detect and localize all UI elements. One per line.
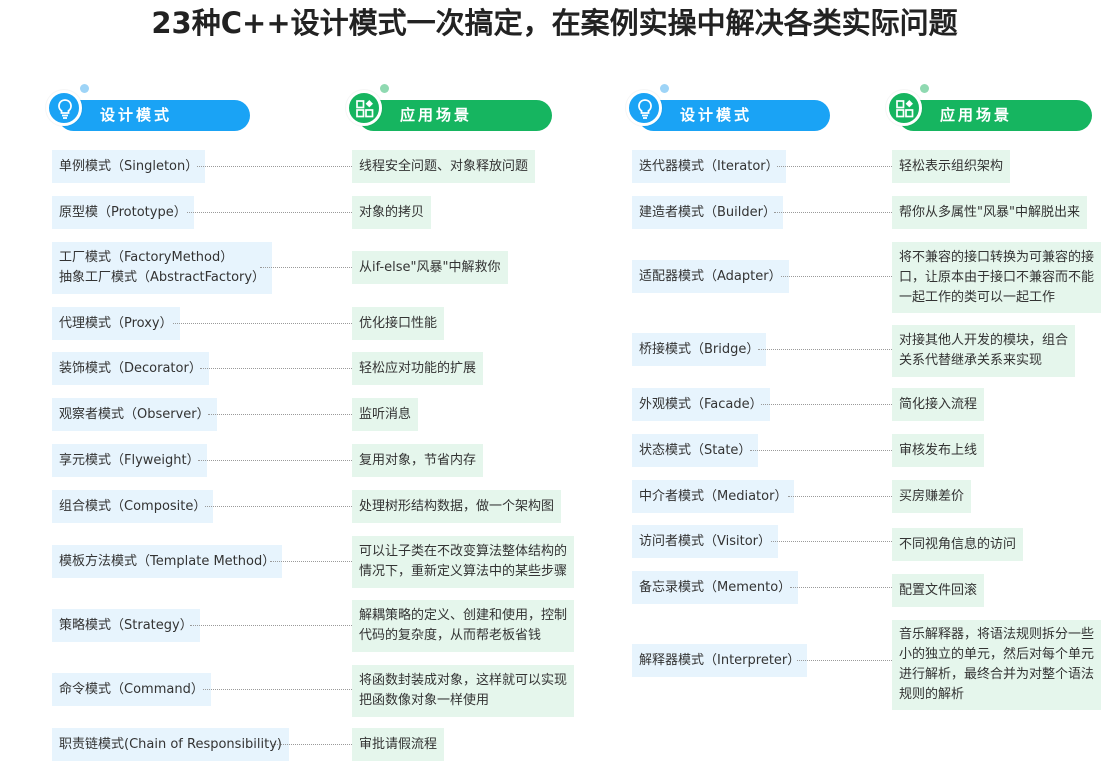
scenario-box: 将函数封装成对象，这样就可以实现 把函数像对象一样使用	[352, 665, 575, 717]
pattern-box: 访问者模式（Visitor）	[632, 525, 778, 558]
lightbulb-icon	[626, 90, 662, 126]
connector-line	[187, 212, 352, 213]
app-grid-icon	[346, 90, 382, 126]
scenario-box: 审核发布上线	[892, 434, 985, 467]
pattern-box: 迭代器模式（Iterator）	[632, 150, 786, 183]
connector-line	[198, 460, 352, 461]
decor-dot	[380, 84, 389, 93]
scenario-box: 对接其他人开发的模块，组合 关系代替继承关系来实现	[892, 325, 1076, 377]
decor-dot	[660, 84, 669, 93]
page-title: 23种C++设计模式一次搞定，在案例实操中解决各类实际问题	[151, 6, 958, 40]
pattern-box: 备忘录模式（Memento）	[632, 571, 799, 604]
pattern-box: 适配器模式（Adapter）	[632, 260, 789, 293]
connector-line	[197, 166, 352, 167]
connector-line	[797, 660, 892, 661]
connector-line	[750, 450, 892, 451]
connector-line	[190, 625, 352, 626]
pattern-box: 单例模式（Singleton）	[52, 150, 206, 183]
connector-line	[781, 276, 892, 277]
connector-line	[260, 267, 352, 268]
decor-dot	[80, 84, 89, 93]
connector-line	[270, 561, 352, 562]
pattern-box: 观察者模式（Observer）	[52, 398, 217, 431]
pattern-box: 组合模式（Composite）	[52, 490, 214, 523]
connector-line	[771, 541, 892, 542]
scenario-box: 审批请假流程	[352, 728, 445, 761]
scenario-box: 轻松表示组织架构	[892, 150, 1011, 183]
scenario-box: 音乐解释器，将语法规则拆分一些 小的独立的单元，然后对每个单元 进行解析，最终合并为…	[892, 620, 1102, 710]
scenario-box: 监听消息	[352, 398, 419, 431]
scenario-box: 轻松应对功能的扩展	[352, 352, 484, 385]
pattern-box: 享元模式（Flyweight）	[52, 444, 207, 477]
connector-line	[758, 349, 892, 350]
pattern-box: 策略模式（Strategy）	[52, 609, 200, 642]
connector-line	[273, 744, 352, 745]
pattern-box: 命令模式（Command）	[52, 673, 211, 706]
header-scenario-label: 应用场景	[898, 100, 1092, 131]
scenario-box: 解耦策略的定义、创建和使用，控制 代码的复杂度，从而帮老板省钱	[352, 600, 575, 652]
pattern-box: 外观模式（Facade）	[632, 388, 770, 421]
connector-line	[790, 587, 892, 588]
pattern-box: 装饰模式（Decorator）	[52, 352, 209, 385]
decor-dot	[920, 84, 929, 93]
pattern-box: 状态模式（State）	[632, 434, 759, 467]
lightbulb-icon	[46, 90, 82, 126]
pattern-box: 工厂模式（FactoryMethod） 抽象工厂模式（AbstractFactor…	[52, 242, 273, 294]
pattern-box: 原型模（Prototype）	[52, 196, 194, 229]
pattern-box: 模板方法模式（Template Method）	[52, 545, 283, 578]
connector-line	[205, 506, 352, 507]
connector-line	[173, 323, 352, 324]
scenario-box: 对象的拷贝	[352, 196, 432, 229]
scenario-box: 从if-else"风暴"中解救你	[352, 251, 508, 284]
scenario-box: 将不兼容的接口转换为可兼容的接 口，让原本由于接口不兼容而不能 一起工作的类可以一起…	[892, 242, 1102, 313]
connector-line	[777, 166, 892, 167]
scenario-box: 复用对象，节省内存	[352, 444, 484, 477]
scenario-box: 可以让子类在不改变算法整体结构的 情况下，重新定义算法中的某些步骤	[352, 536, 575, 588]
connector-line	[208, 414, 352, 415]
header-scenario-label: 应用场景	[358, 100, 552, 131]
connector-line	[788, 496, 892, 497]
connector-line	[200, 368, 352, 369]
scenario-box: 线程安全问题、对象释放问题	[352, 150, 536, 183]
connector-line	[203, 689, 352, 690]
pattern-box: 中介者模式（Mediator）	[632, 480, 795, 513]
scenario-box: 配置文件回滚	[892, 574, 985, 607]
scenario-box: 简化接入流程	[892, 388, 985, 421]
connector-line	[761, 404, 892, 405]
scenario-box: 处理树形结构数据，做一个架构图	[352, 490, 562, 523]
pattern-box: 建造者模式（Builder）	[632, 196, 783, 229]
scenario-box: 买房赚差价	[892, 480, 972, 513]
header-pattern-label: 设计模式	[638, 100, 830, 131]
pattern-box: 职责链模式(Chain of Responsibility)	[52, 728, 289, 761]
scenario-box: 不同视角信息的访问	[892, 528, 1024, 561]
pattern-box: 代理模式（Proxy）	[52, 307, 180, 340]
app-grid-icon	[886, 90, 922, 126]
scenario-box: 优化接口性能	[352, 307, 445, 340]
pattern-box: 解释器模式（Interpreter）	[632, 644, 808, 677]
scenario-box: 帮你从多属性"风暴"中解脱出来	[892, 196, 1087, 229]
pattern-box: 桥接模式（Bridge）	[632, 333, 767, 366]
header-pattern-label: 设计模式	[58, 100, 250, 131]
connector-line	[774, 212, 892, 213]
